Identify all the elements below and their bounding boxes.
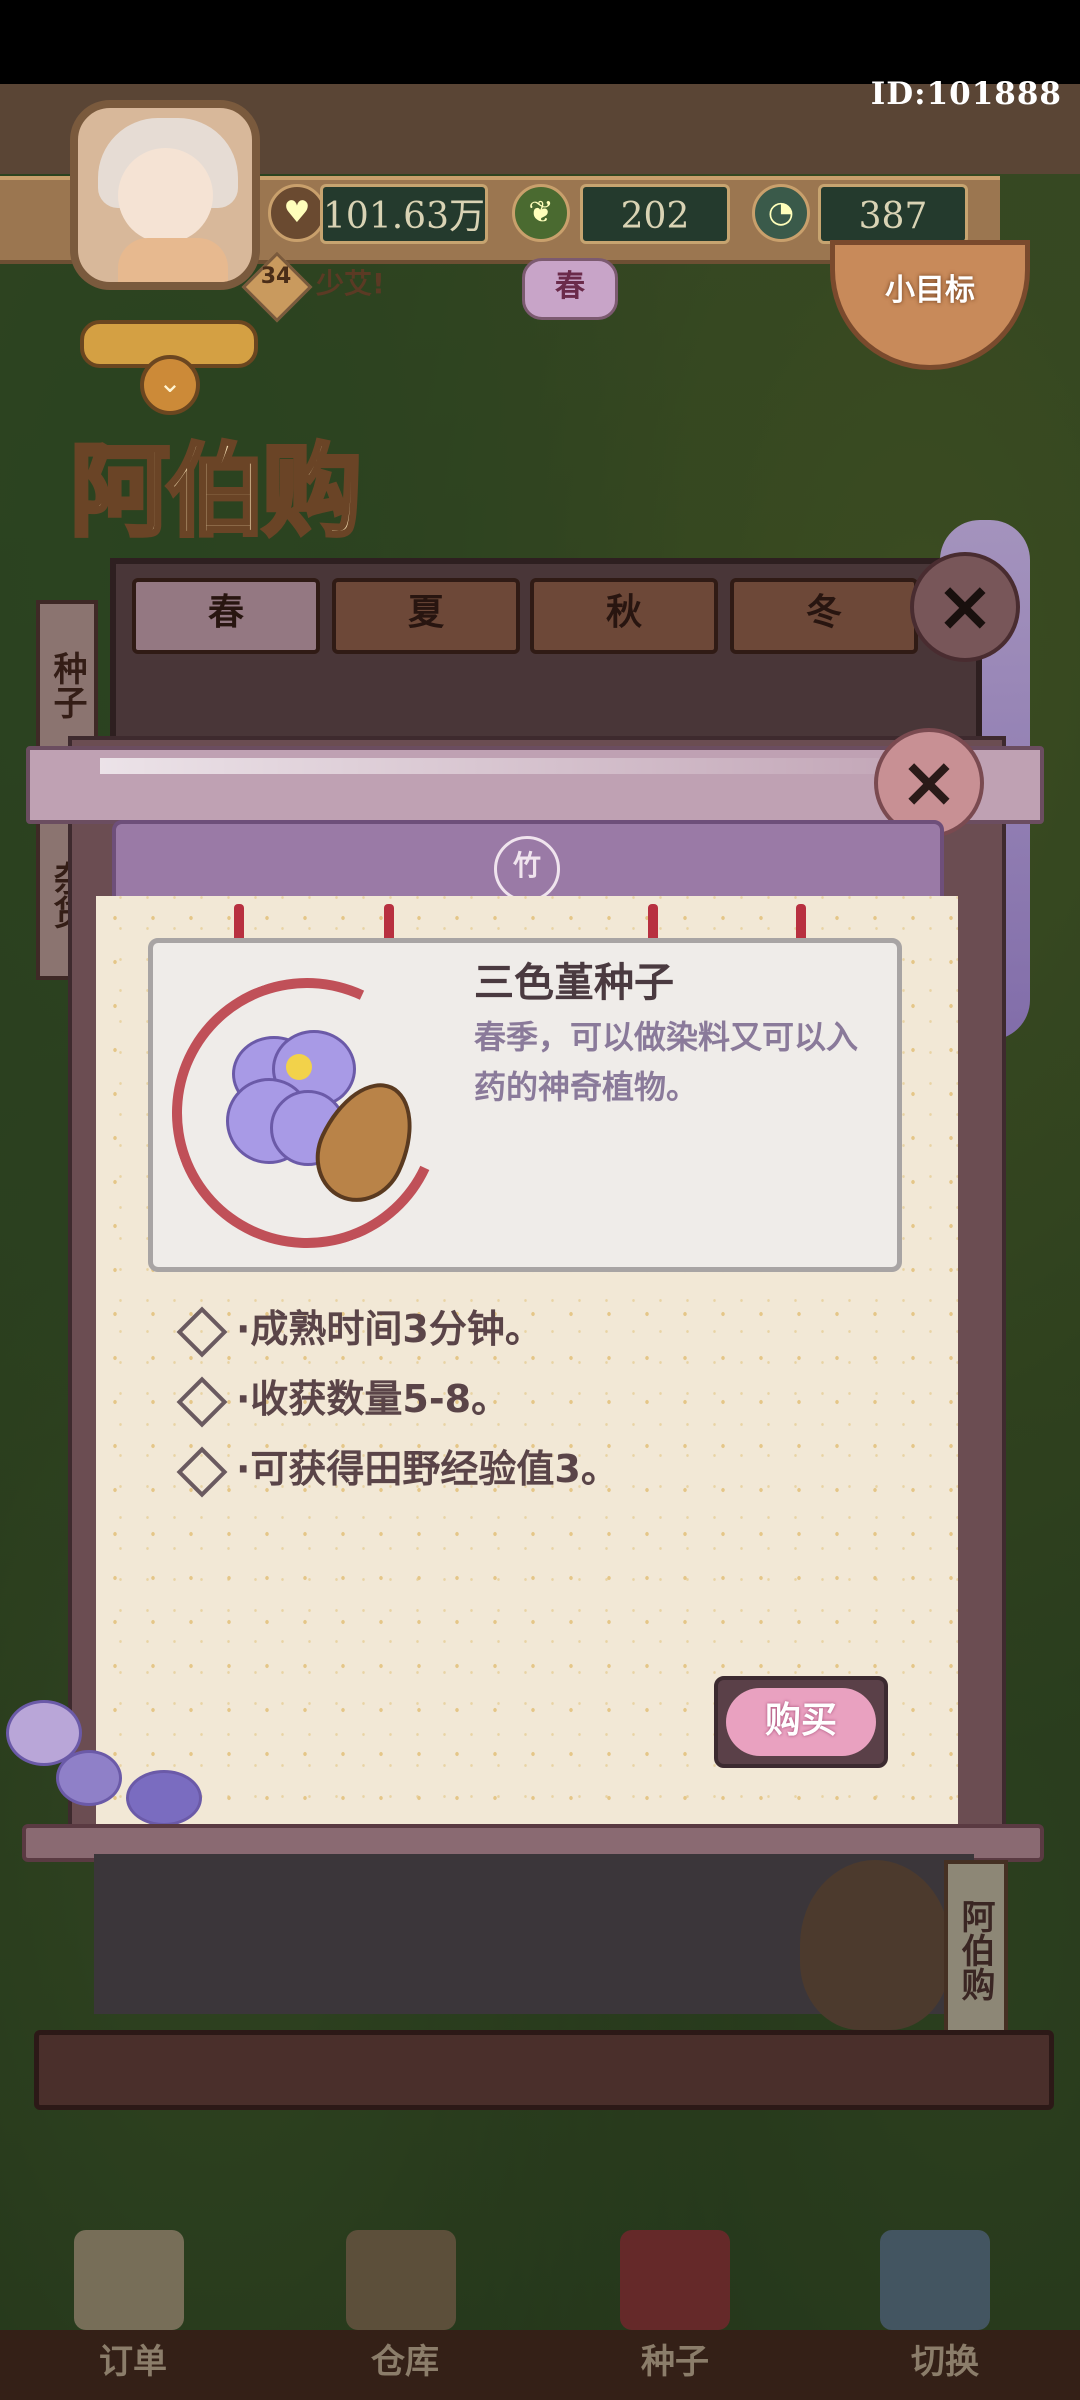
leaf-counter: 202 xyxy=(580,184,730,244)
leaf-icon: ❦ xyxy=(512,184,570,242)
nav-warehouse[interactable]: 仓库 xyxy=(340,2334,470,2383)
shop-close-icon[interactable]: × xyxy=(910,552,1020,662)
attribute-text: ·成熟时间3分钟。 xyxy=(236,1307,543,1351)
bamboo-badge: 竹 xyxy=(494,836,560,902)
attribute-row: ·可获得田野经验值3。 xyxy=(176,1438,619,1497)
player-avatar[interactable] xyxy=(70,100,260,290)
warehouse-icon[interactable] xyxy=(346,2230,456,2330)
order-list-icon[interactable] xyxy=(74,2230,184,2330)
player-id: ID:101888 xyxy=(870,76,1062,112)
roof-highlight xyxy=(100,758,980,774)
tab-spring[interactable]: 春 xyxy=(132,578,320,654)
attribute-row: ·成熟时间3分钟。 xyxy=(176,1298,543,1357)
player-name: 少艾! xyxy=(316,267,385,300)
tab-winter[interactable]: 冬 xyxy=(730,578,918,654)
diamond-bullet-icon xyxy=(176,1446,228,1497)
tab-summer[interactable]: 夏 xyxy=(332,578,520,654)
shop-logo: 阿伯购 xyxy=(68,390,560,560)
attribute-text: ·收获数量5-8。 xyxy=(236,1377,510,1421)
shop-base-bar xyxy=(34,2030,1054,2110)
nav-orders[interactable]: 订单 xyxy=(68,2334,198,2383)
attribute-row: ·收获数量5-8。 xyxy=(176,1368,510,1427)
item-description: 春季，可以做染料又可以入药的神奇植物。 xyxy=(474,1018,859,1106)
map-switch-icon[interactable] xyxy=(880,2230,990,2330)
avatar-body xyxy=(118,238,228,282)
buy-button[interactable]: 购买 xyxy=(726,1688,876,1756)
nav-switch[interactable]: 切换 xyxy=(880,2334,1010,2383)
player-level: 34 xyxy=(260,264,292,289)
season-badge: 春 xyxy=(522,258,618,320)
stamina-icon: ◔ xyxy=(752,184,810,242)
seed-book-icon[interactable] xyxy=(620,2230,730,2330)
stamina-counter: 387 xyxy=(818,184,968,244)
attribute-text: ·可获得田野经验值3。 xyxy=(236,1447,619,1491)
npc-grandpa xyxy=(800,1860,950,2030)
item-name: 三色堇种子 xyxy=(474,960,674,1006)
avatar-face xyxy=(118,148,213,243)
nav-seeds[interactable]: 种子 xyxy=(610,2334,740,2383)
coin-counter: 101.63万 xyxy=(320,184,488,244)
diamond-bullet-icon xyxy=(176,1376,228,1427)
diamond-bullet-icon xyxy=(176,1306,228,1357)
tab-autumn[interactable]: 秋 xyxy=(530,578,718,654)
flower-decoration xyxy=(6,1690,216,1826)
chevron-down-icon[interactable]: ⌄ xyxy=(140,355,200,415)
shop-logo-text: 阿伯购 xyxy=(68,430,364,552)
npc-sign: 阿伯购 xyxy=(944,1860,1008,2040)
heart-coin-icon: ♥ xyxy=(268,184,326,242)
